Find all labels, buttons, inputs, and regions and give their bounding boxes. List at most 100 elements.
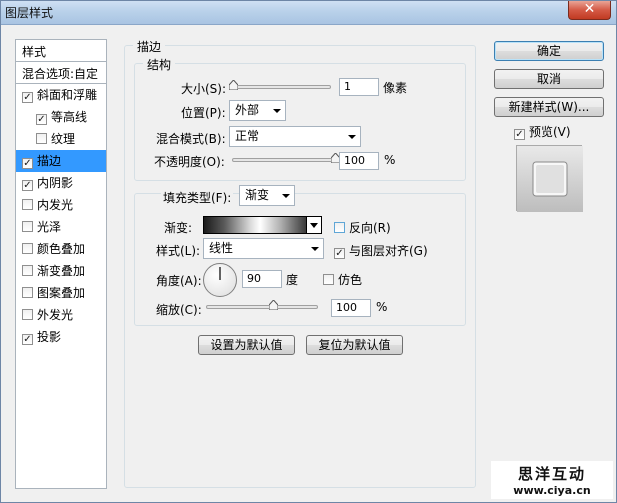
angle-input[interactable]: 90 — [242, 270, 282, 288]
dither-checkbox-wrap[interactable]: 仿色 — [323, 271, 362, 288]
fill-type-value: 渐变 — [245, 188, 270, 202]
site-watermark: 思洋互动 www.ciya.cn — [491, 461, 613, 499]
size-input[interactable]: 1 — [339, 78, 379, 96]
dither-checkbox[interactable] — [323, 274, 334, 285]
style-list-label: 内阴影 — [37, 176, 74, 190]
blend-mode-select[interactable]: 正常 — [229, 126, 361, 147]
window-title: 图层样式 — [5, 6, 54, 20]
new-style-button[interactable]: 新建样式(W)... — [494, 97, 604, 117]
style-list-item[interactable]: 内阴影 — [16, 172, 106, 194]
chevron-down-icon — [310, 223, 318, 228]
style-label: 样式(L): — [156, 244, 201, 258]
style-checkbox[interactable] — [22, 265, 33, 276]
gradient-picker[interactable] — [203, 216, 307, 234]
align-label: 与图层对齐(G) — [349, 244, 428, 258]
stroke-group-title: 描边 — [133, 38, 166, 55]
watermark-url: www.ciya.cn — [513, 484, 591, 497]
style-list-item[interactable]: 颜色叠加 — [16, 238, 106, 260]
reverse-label: 反向(R) — [349, 221, 391, 235]
chevron-down-icon — [282, 194, 290, 198]
style-list-item[interactable]: 斜面和浮雕 — [16, 84, 106, 106]
style-list-item[interactable]: 图案叠加 — [16, 282, 106, 304]
style-list-label: 内发光 — [37, 198, 74, 212]
style-list-item[interactable]: 外发光 — [16, 304, 106, 326]
angle-unit: 度 — [286, 273, 299, 287]
structure-group-title: 结构 — [143, 56, 176, 73]
opacity-input[interactable]: 100 — [339, 152, 379, 170]
fill-type-select[interactable]: 渐变 — [239, 185, 295, 206]
cancel-button[interactable]: 取消 — [494, 69, 604, 89]
reset-default-button[interactable]: 复位为默认值 — [306, 335, 403, 355]
style-checkbox[interactable] — [22, 334, 33, 345]
style-list-item[interactable]: 内发光 — [16, 194, 106, 216]
reverse-checkbox-wrap[interactable]: 反向(R) — [334, 219, 391, 236]
size-slider-thumb[interactable] — [228, 80, 238, 90]
style-list-label: 斜面和浮雕 — [37, 88, 98, 102]
scale-slider[interactable] — [206, 300, 318, 310]
watermark-title: 思洋互动 — [517, 465, 586, 483]
close-button[interactable]: ✕ — [568, 1, 611, 20]
blend-mode-label: 混合模式(B): — [156, 132, 226, 146]
gradient-dropdown[interactable] — [306, 216, 322, 234]
style-checkbox[interactable] — [36, 133, 47, 144]
opacity-slider[interactable] — [232, 153, 340, 163]
blending-options-item[interactable]: 混合选项:自定 — [16, 62, 106, 84]
style-checkbox[interactable] — [22, 243, 33, 254]
style-list-item[interactable]: 纹理 — [16, 128, 106, 150]
style-list-item[interactable]: 等高线 — [16, 106, 106, 128]
make-default-button[interactable]: 设置为默认值 — [198, 335, 295, 355]
style-checkbox[interactable] — [22, 221, 33, 232]
title-bar[interactable]: 图层样式 ✕ — [1, 1, 616, 25]
style-checkbox[interactable] — [36, 114, 47, 125]
style-checkbox[interactable] — [22, 287, 33, 298]
gradient-style-value: 线性 — [209, 241, 234, 255]
scale-input[interactable]: 100 — [331, 299, 371, 317]
style-list-label: 颜色叠加 — [37, 242, 86, 256]
align-checkbox-wrap[interactable]: 与图层对齐(G) — [334, 242, 428, 259]
fill-type-label: 填充类型(F): — [161, 189, 234, 206]
angle-dial[interactable] — [203, 263, 237, 297]
style-checkbox[interactable] — [22, 199, 33, 210]
style-list-label: 等高线 — [51, 110, 88, 124]
size-label: 大小(S): — [181, 82, 227, 96]
gradient-label: 渐变: — [164, 221, 193, 235]
scale-slider-thumb[interactable] — [268, 300, 278, 310]
style-list-label: 光泽 — [37, 220, 62, 234]
style-list-item[interactable]: 投影 — [16, 326, 106, 348]
opacity-unit: % — [384, 153, 396, 167]
angle-dial-needle-icon — [219, 267, 221, 280]
preview-checkbox[interactable] — [514, 129, 525, 140]
style-list-label: 纹理 — [51, 132, 76, 146]
style-list-label: 渐变叠加 — [37, 264, 86, 278]
preview-checkbox-wrap[interactable]: 预览(V) — [514, 123, 571, 140]
dither-label: 仿色 — [338, 273, 363, 287]
style-list-label: 投影 — [37, 330, 62, 344]
style-list-item[interactable]: 渐变叠加 — [16, 260, 106, 282]
preview-label: 预览(V) — [529, 125, 571, 139]
style-list-label: 外发光 — [37, 308, 74, 322]
style-checkbox[interactable] — [22, 309, 33, 320]
reverse-checkbox[interactable] — [334, 222, 345, 233]
style-checkbox[interactable] — [22, 180, 33, 191]
style-checkbox[interactable] — [22, 92, 33, 103]
ok-button[interactable]: 确定 — [494, 41, 604, 61]
styles-header[interactable]: 样式 — [16, 40, 106, 62]
chevron-down-icon — [273, 109, 281, 113]
size-slider[interactable] — [228, 80, 331, 90]
position-select[interactable]: 外部 — [229, 100, 286, 121]
style-list-item[interactable]: 描边 — [16, 150, 106, 172]
style-list-label: 图案叠加 — [37, 286, 86, 300]
chevron-down-icon — [348, 135, 356, 139]
style-checkbox[interactable] — [22, 158, 33, 169]
opacity-label: 不透明度(O): — [154, 155, 225, 169]
style-preview-thumbnail — [516, 145, 583, 212]
gradient-style-select[interactable]: 线性 — [203, 238, 324, 259]
style-list-label: 描边 — [37, 154, 62, 168]
style-list-item[interactable]: 光泽 — [16, 216, 106, 238]
layer-style-dialog: 图层样式 ✕ 样式 混合选项:自定 斜面和浮雕等高线纹理描边内阴影内发光光泽颜色… — [0, 0, 617, 503]
size-unit: 像素 — [383, 81, 408, 95]
angle-label: 角度(A): — [156, 274, 202, 288]
align-with-layer-checkbox[interactable] — [334, 248, 345, 259]
style-list: 样式 混合选项:自定 斜面和浮雕等高线纹理描边内阴影内发光光泽颜色叠加渐变叠加图… — [15, 39, 107, 489]
preview-swatch-icon — [517, 146, 583, 212]
